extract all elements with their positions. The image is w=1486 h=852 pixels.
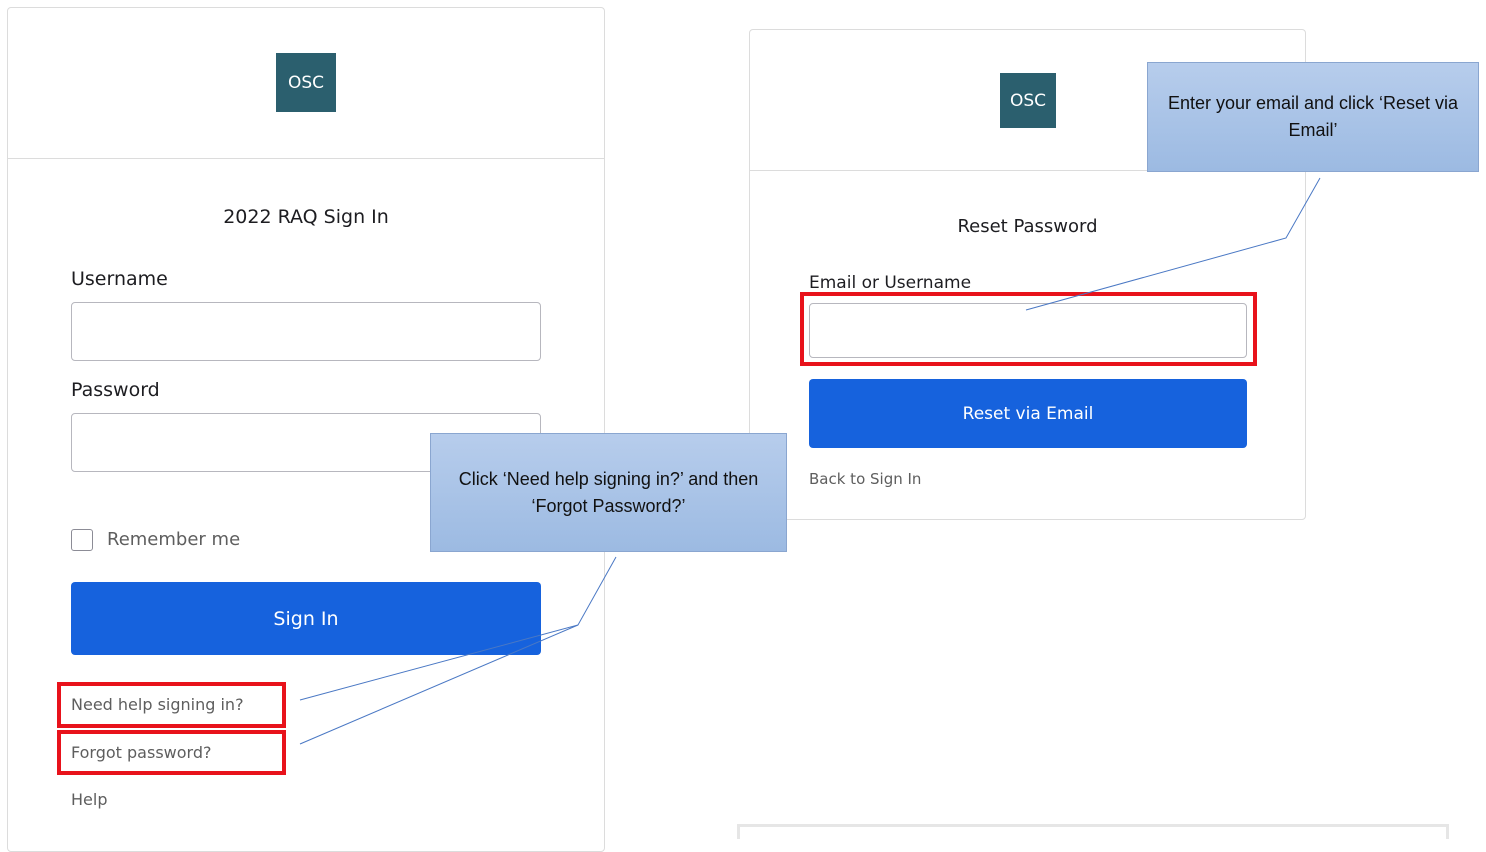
reset-via-email-button[interactable]: Reset via Email: [809, 379, 1247, 448]
highlight-forgot-password: [57, 730, 286, 775]
remember-me-label: Remember me: [107, 529, 241, 550]
username-label: Username: [71, 268, 168, 290]
signin-card-header: OSC: [8, 8, 604, 159]
email-label: Email or Username: [809, 273, 972, 293]
signin-title: 2022 RAQ Sign In: [223, 206, 389, 228]
osc-logo-reset: OSC: [1000, 73, 1056, 128]
osc-logo: OSC: [276, 53, 336, 112]
help-link[interactable]: Help: [71, 790, 107, 809]
sign-in-button[interactable]: Sign In: [71, 582, 541, 655]
back-to-sign-in-link[interactable]: Back to Sign In: [809, 470, 921, 488]
reset-title: Reset Password: [957, 216, 1098, 237]
highlight-need-help: [57, 682, 286, 728]
username-input[interactable]: [71, 302, 541, 361]
bottom-panel-edge: [737, 824, 1449, 839]
callout-signin-tip: Click ‘Need help signing in?’ and then ‘…: [430, 433, 787, 552]
highlight-email-field: [800, 292, 1257, 366]
remember-me-checkbox[interactable]: [71, 529, 93, 551]
callout-reset-tip: Enter your email and click ‘Reset via Em…: [1147, 62, 1479, 172]
password-label: Password: [71, 379, 160, 401]
